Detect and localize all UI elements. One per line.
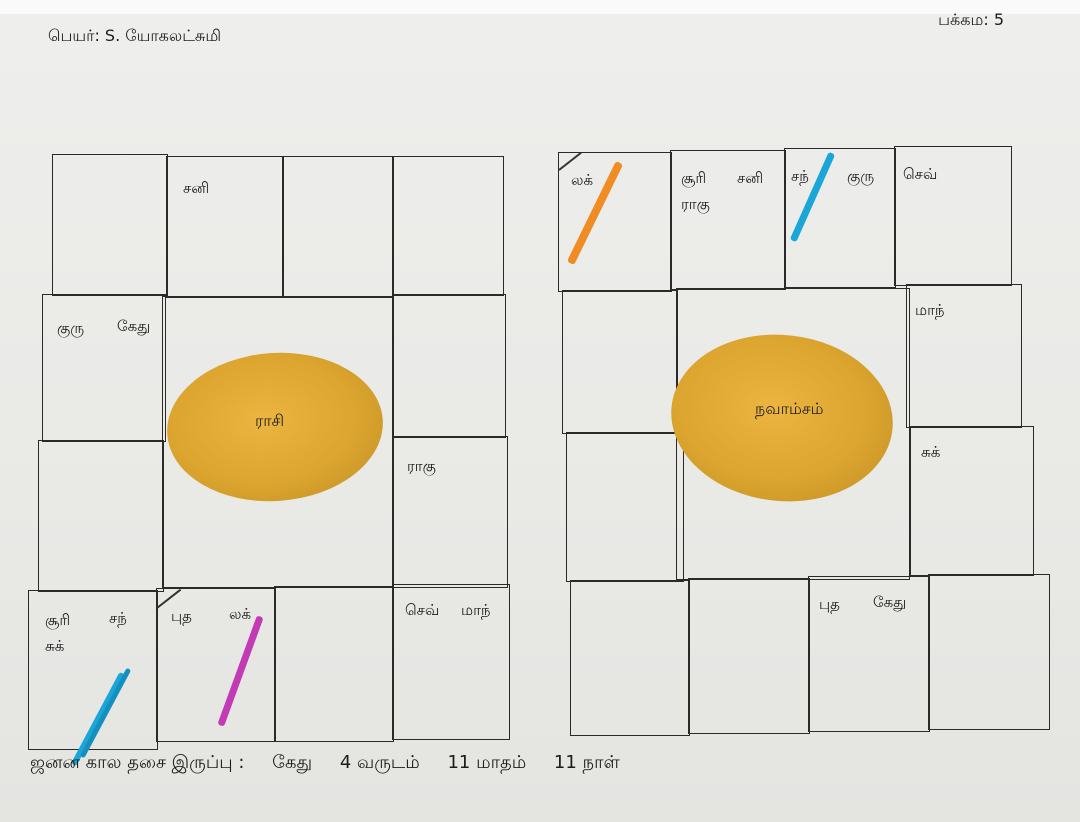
- navamsa-center: நவாம்சம்: [662, 288, 910, 580]
- rasi-planet-ketu: கேது: [117, 317, 151, 335]
- rasi-cell-r2c1: குரு கேது: [42, 294, 166, 442]
- rasi-cell-r1c4: [392, 156, 504, 296]
- dasa-months: 11 மாதம்: [447, 752, 527, 773]
- rasi-planet-suri: சூரி: [45, 611, 71, 629]
- rasi-cell-r3c4: ராகு: [392, 436, 508, 588]
- navamsa-planet-suri: சூரி: [681, 169, 707, 187]
- rasi-cell-r1c3: [282, 156, 394, 298]
- navamsa-planet-sani: சனி: [737, 169, 764, 187]
- navamsa-planet-ketu: கேது: [873, 593, 907, 611]
- rasi-planet-guru: குரு: [57, 319, 85, 337]
- rasi-center: ராசி: [162, 296, 394, 588]
- navamsa-cell-r1c4: செவ்: [894, 146, 1012, 286]
- navamsa-cell-r4c1: [570, 580, 690, 736]
- navamsa-cell-r1c2: சூரி சனி ராகு: [670, 150, 786, 290]
- blue-marker-stroke: [789, 151, 836, 243]
- navamsa-planet-rahu: ராகு: [681, 195, 710, 213]
- rasi-center-label: ராசி: [255, 411, 285, 430]
- rasi-lagna: லக்: [229, 605, 252, 623]
- navamsa-cell-r1c1: லக்: [558, 151, 672, 292]
- screen-top-band: [0, 0, 1080, 14]
- rasi-planet-chandran: சந்: [109, 609, 127, 627]
- magenta-marker-stroke: [217, 615, 264, 727]
- navamsa-center-label: நவாம்சம்: [755, 399, 824, 418]
- navamsa-lagna: லக்: [571, 171, 594, 189]
- navamsa-planet-manthi: மாந்: [915, 301, 945, 319]
- page-number: பக்கம: 5: [938, 10, 1004, 29]
- navamsa-cell-r4c2: [688, 578, 810, 734]
- rasi-planet-manthi: மாந்: [461, 601, 491, 619]
- dasa-balance-line: ஜனன கால தசை இருப்பு : கேது 4 வருடம் 11 ம…: [30, 752, 642, 775]
- dasa-planet: கேது: [272, 752, 313, 773]
- rasi-planet-sukran: சுக்: [45, 637, 65, 655]
- navamsa-planet-budhan: புத: [819, 595, 840, 613]
- rasi-cell-r1c2: சனி: [166, 156, 284, 298]
- navamsa-cell-r3c4: சுக்: [910, 426, 1034, 576]
- navamsa-cell-r3c1: [566, 432, 684, 582]
- rasi-cell-r4c3: [274, 586, 394, 742]
- navamsa-cell-r1c3: சந் குரு: [784, 148, 896, 288]
- rasi-cell-r4c2: புத லக்: [156, 588, 276, 742]
- navamsa-cell-r4c4: [928, 574, 1050, 730]
- navamsa-planet-sevvai: செவ்: [903, 165, 938, 183]
- navamsa-planet-guru: குரு: [847, 167, 875, 185]
- rasi-planet-sevvai: செவ்: [405, 601, 440, 619]
- rasi-planet-budhan: புத: [171, 607, 192, 625]
- rasi-planet-sani: சனி: [183, 179, 210, 197]
- navamsa-cell-r4c3: புத கேது: [808, 576, 930, 732]
- dasa-days: 11 நாள்: [553, 752, 620, 773]
- rasi-cell-r4c1: சூரி சந் சுக்: [28, 590, 158, 767]
- navamsa-cell-r2c4: மாந்: [906, 284, 1022, 428]
- dasa-balance-label: ஜனன கால தசை இருப்பு :: [30, 752, 245, 773]
- rasi-cell-r2c4: [392, 294, 506, 438]
- navamsa-planet-sukran: சுக்: [921, 443, 941, 461]
- dasa-years: 4 வருடம்: [339, 752, 420, 773]
- blue-marker-stroke: [79, 667, 132, 759]
- rasi-cell-r1c1: [52, 154, 168, 296]
- rasi-cell-r4c4: செவ் மாந்: [392, 584, 510, 740]
- navamsa-planet-chandran: சந்: [791, 167, 809, 185]
- rasi-cell-r3c1: [38, 440, 164, 592]
- rasi-planet-rahu: ராகு: [407, 457, 436, 475]
- navamsa-cell-r2c1: [562, 290, 678, 434]
- lagna-corner-mark: [156, 588, 182, 609]
- lagna-corner-mark: [558, 151, 582, 171]
- name-line: பெயர்: S. யோகலட்சுமி: [48, 26, 222, 45]
